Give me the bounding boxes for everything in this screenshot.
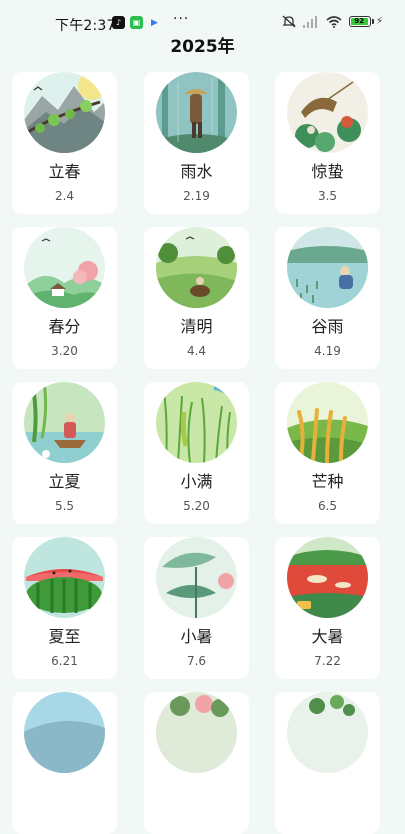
term-date: 3.20 <box>51 344 78 358</box>
term-date: 4.4 <box>186 344 207 358</box>
wifi-icon <box>326 15 342 28</box>
mangzhong-illustration <box>287 382 368 463</box>
xiaoman-illustration <box>156 382 237 463</box>
term-date: 5.5 <box>54 499 75 513</box>
charging-icon: ⚡ <box>375 16 383 27</box>
term-card-lixia[interactable]: 立夏 5.5 <box>12 382 117 524</box>
term-name: 大暑 <box>311 627 344 646</box>
battery-percent: 92 <box>354 17 365 25</box>
term-name: 惊蛰 <box>311 162 344 181</box>
bailu-illustration <box>287 692 368 773</box>
cellular-signal-icon <box>302 15 317 28</box>
term-card-lichun[interactable]: 立春 2.4 <box>12 72 117 214</box>
mute-icon <box>282 15 296 28</box>
more-notifications-icon: ··· <box>173 11 190 27</box>
battery-level: 92 <box>350 17 368 25</box>
term-card-jingzhe[interactable]: 惊蛰 3.5 <box>275 72 380 214</box>
term-card-xiazhi[interactable]: 夏至 6.21 <box>12 537 117 679</box>
play-icon: ▶ <box>151 17 158 28</box>
battery-icon: 92 ⚡ <box>348 16 383 27</box>
chunfen-illustration <box>24 227 105 308</box>
term-date: 6.5 <box>317 499 338 513</box>
term-date: 6.21 <box>51 654 78 668</box>
term-name: 雨水 <box>180 162 213 181</box>
term-date: 4.19 <box>314 344 341 358</box>
term-name: 立春 <box>48 162 81 181</box>
dashu-illustration <box>287 537 368 618</box>
app-notification-icon: ▣ <box>130 16 143 29</box>
term-date: 7.22 <box>314 654 341 668</box>
term-card-yushui[interactable]: 雨水 2.19 <box>144 72 249 214</box>
xiazhi-illustration <box>24 537 105 618</box>
liqiu-illustration <box>24 692 105 773</box>
term-name: 小暑 <box>180 627 213 646</box>
tiktok-icon: ♪ <box>112 16 125 29</box>
term-date: 2.4 <box>54 189 75 203</box>
term-card-liqiu[interactable] <box>12 692 117 834</box>
term-name: 芒种 <box>311 472 344 491</box>
term-card-chushu[interactable] <box>144 692 249 834</box>
term-card-guyu[interactable]: 谷雨 4.19 <box>275 227 380 369</box>
term-name: 春分 <box>48 317 81 336</box>
yushui-illustration <box>156 72 237 153</box>
term-date: 2.19 <box>183 189 210 203</box>
qingming-illustration <box>156 227 237 308</box>
term-card-xiaoshu[interactable]: 小暑 7.6 <box>144 537 249 679</box>
term-date: 5.20 <box>183 499 210 513</box>
lixia-illustration <box>24 382 105 463</box>
term-name: 夏至 <box>48 627 81 646</box>
term-card-dashu[interactable]: 大暑 7.22 <box>275 537 380 679</box>
term-name: 立夏 <box>48 472 81 491</box>
term-card-qingming[interactable]: 清明 4.4 <box>144 227 249 369</box>
page-title: 2025年 <box>170 37 235 57</box>
xiaoshu-illustration <box>156 537 237 618</box>
term-card-xiaoman[interactable]: 小满 5.20 <box>144 382 249 524</box>
status-right: 92 ⚡ <box>282 15 383 28</box>
term-name: 清明 <box>180 317 213 336</box>
guyu-illustration <box>287 227 368 308</box>
jingzhe-illustration <box>287 72 368 153</box>
notification-icons: ♪ ▣ ▶ <box>112 16 161 29</box>
term-card-bailu[interactable] <box>275 692 380 834</box>
term-date: 3.5 <box>317 189 338 203</box>
term-name: 小满 <box>180 472 213 491</box>
term-name: 谷雨 <box>311 317 344 336</box>
chushu-illustration <box>156 692 237 773</box>
term-card-chunfen[interactable]: 春分 3.20 <box>12 227 117 369</box>
term-card-mangzhong[interactable]: 芒种 6.5 <box>275 382 380 524</box>
lichun-illustration <box>24 72 105 153</box>
term-date: 7.6 <box>186 654 207 668</box>
